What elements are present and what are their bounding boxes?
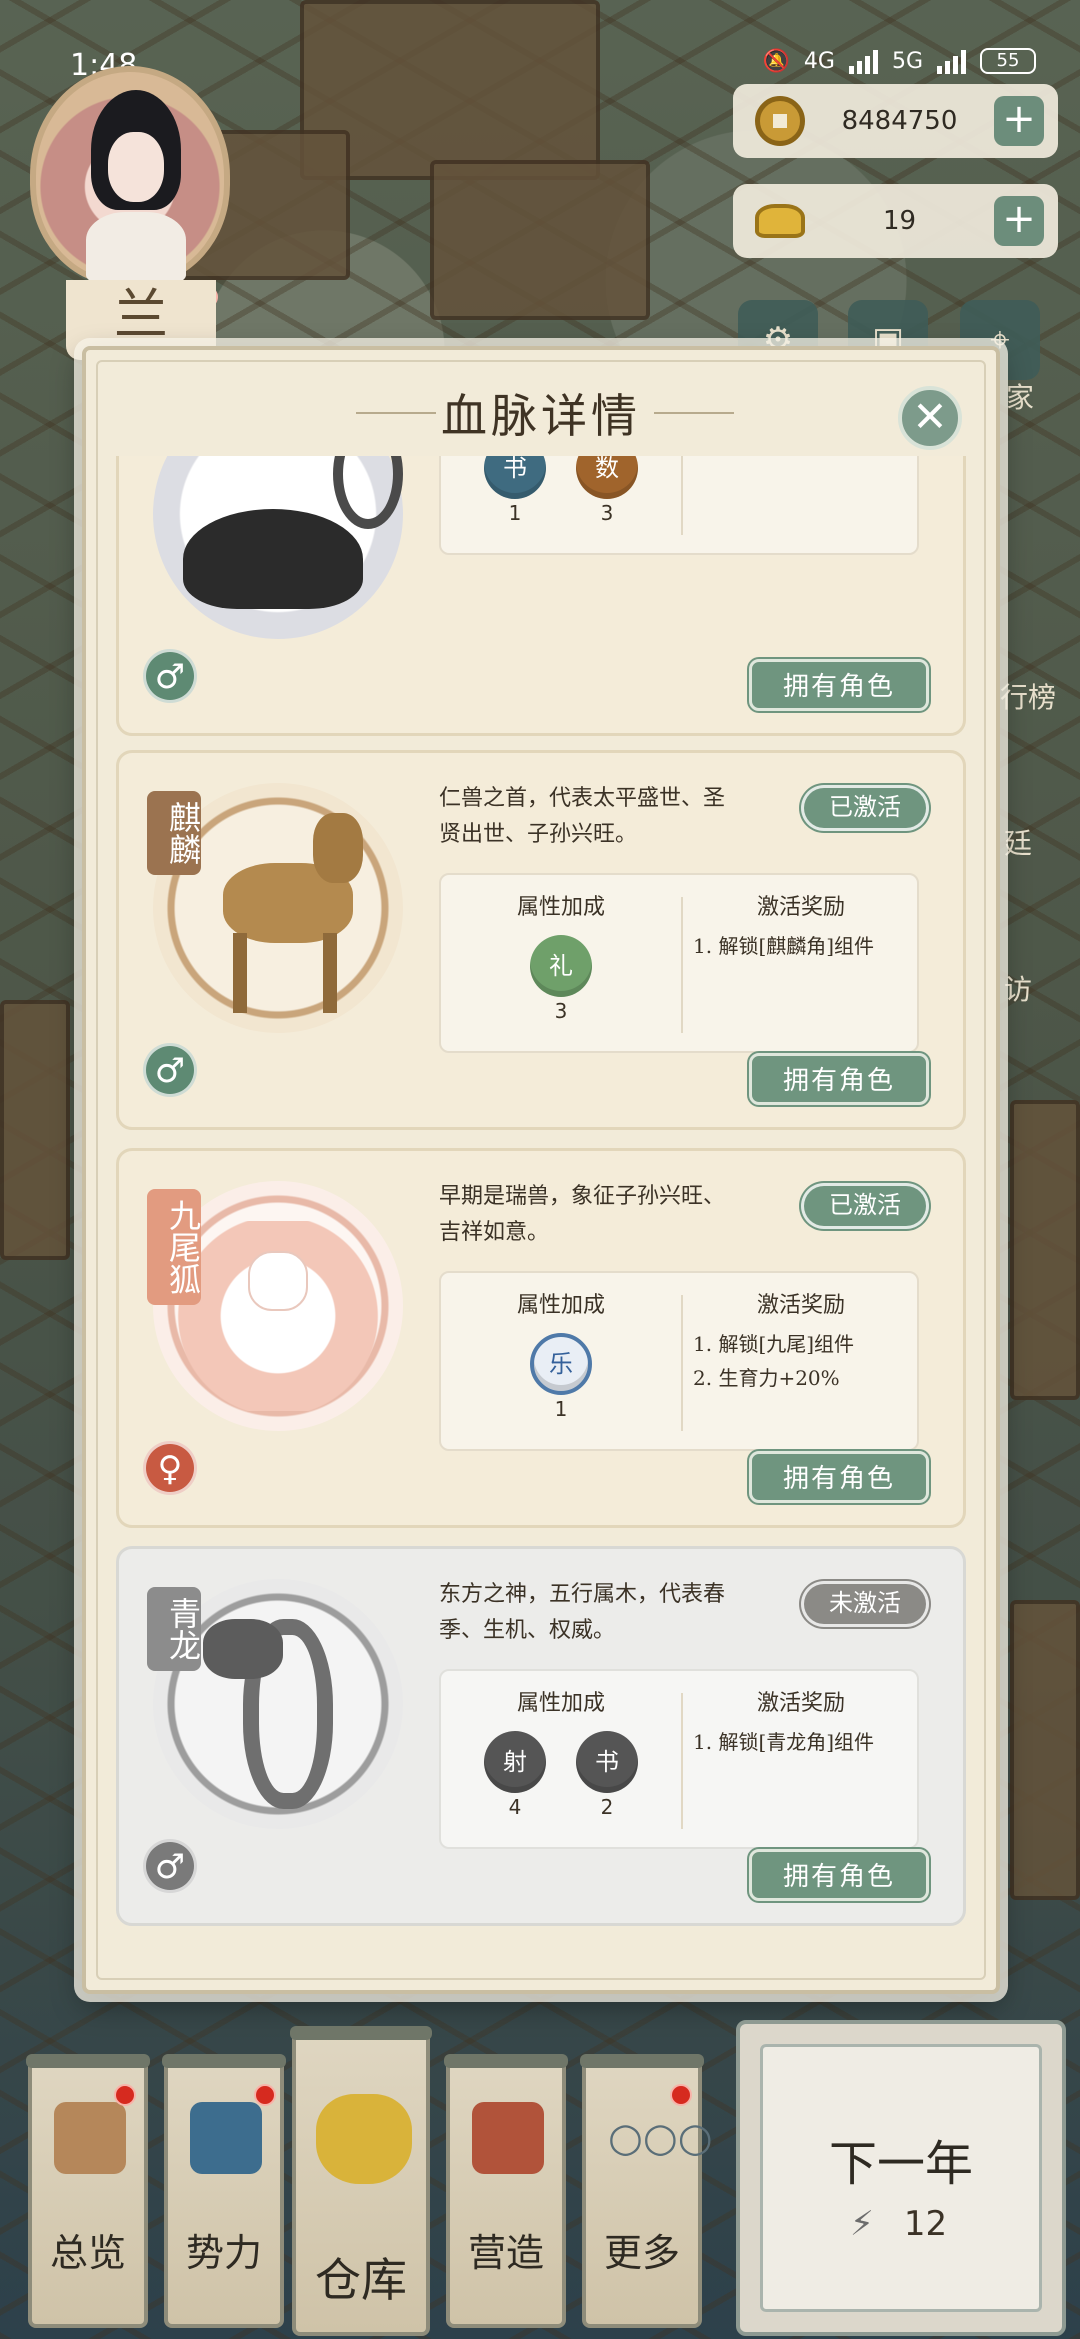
next-year-button[interactable]: 下一年 ⚡ 12: [736, 2020, 1066, 2336]
status-badge: 未激活: [801, 1581, 929, 1627]
nav-label: 总览: [49, 2231, 126, 2275]
court-label[interactable]: 廷: [1004, 822, 1032, 862]
network-4g: 4G: [803, 48, 835, 74]
nav-label: 仓库: [315, 2253, 407, 2307]
attr-etiquette-icon: 礼: [530, 935, 592, 997]
bloodline-details-dialog: 血脉详情 ✕ 武 ♂ 属性加成 激活奖励 书1 数3 拥有角色: [82, 346, 1000, 1994]
add-ingots-button[interactable]: +: [994, 196, 1044, 246]
coin-icon: [755, 96, 805, 146]
reward-item: 2. 生育力+20%: [693, 1366, 840, 1390]
scroll-brush-icon: [54, 2102, 126, 2174]
battery-icon: 55: [980, 48, 1036, 74]
attr-header: 属性加成: [516, 895, 605, 920]
reward-list: 1. 解锁[九尾]组件 2. 生育力+20%: [693, 1327, 917, 1395]
bloodline-image-turtle: [153, 456, 403, 639]
info-box: 属性加成 激活奖励 书1 数3: [439, 456, 919, 555]
bricks-trowel-icon: [472, 2102, 544, 2174]
attr-value: 4: [508, 1795, 522, 1819]
reward-item: 1. 解锁[麒麟角]组件: [693, 934, 875, 958]
status-badge: 已激活: [801, 785, 929, 831]
status-badge: 已激活: [801, 1183, 929, 1229]
bloodline-card-azure-dragon: 青龙 ♂ 东方之神，五行属木，代表春季、生机、权威。 未激活 属性加成 激活奖励…: [116, 1546, 966, 1926]
attr-value: 1: [508, 501, 522, 525]
next-year-label: 下一年: [828, 2136, 973, 2192]
attr-archery-icon: 射: [484, 1731, 546, 1793]
own-character-button[interactable]: 拥有角色: [749, 659, 929, 711]
nav-label: 势力: [185, 2231, 262, 2275]
visit-label[interactable]: 访: [1004, 968, 1032, 1008]
bloodline-tag: 青龙: [147, 1587, 202, 1671]
nav-overview[interactable]: 总览: [26, 2054, 150, 2328]
family-label[interactable]: 家: [1006, 376, 1034, 416]
coin-counter: 8484750 +: [733, 84, 1058, 158]
energy-counter: ⚡ 12: [850, 2204, 947, 2244]
ingot-value: 19: [882, 206, 917, 236]
own-character-button[interactable]: 拥有角色: [749, 1053, 929, 1105]
mute-bell-icon: 🔕: [762, 48, 790, 74]
gender-male-icon: ♂: [143, 649, 197, 703]
money-bag-icon: [316, 2094, 412, 2184]
gender-female-icon: ♀: [143, 1441, 197, 1495]
bloodline-card-xuanwu: 武 ♂ 属性加成 激活奖励 书1 数3 拥有角色: [116, 456, 966, 736]
ingot-counter: 19 +: [733, 184, 1058, 258]
bloodline-description: 仁兽之首，代表太平盛世、圣贤出世、子孙兴旺。: [439, 786, 726, 847]
bloodline-description: 东方之神，五行属木，代表春季、生机、权威。: [439, 1582, 726, 1643]
alert-dot: [114, 2084, 136, 2106]
reward-item: 1. 解锁[青龙角]组件: [693, 1730, 875, 1754]
coin-value: 8484750: [841, 106, 958, 136]
attr-header: 属性加成: [516, 1293, 605, 1318]
own-character-button[interactable]: 拥有角色: [749, 1451, 929, 1503]
attr-value: 1: [554, 1397, 568, 1421]
bloodline-tag: 麒麟: [147, 791, 202, 875]
attr-math-icon: 数: [576, 456, 638, 499]
status-icons: 🔕 4G 5G 55: [762, 48, 1036, 74]
nav-build[interactable]: 营造: [444, 2054, 568, 2328]
info-box: 属性加成 激活奖励 礼3 1. 解锁[麒麟角]组件: [439, 873, 919, 1053]
bloodline-card-nine-tailed-fox: 九尾狐 ♀ 早期是瑞兽，象征子孙兴旺、吉祥如意。 已激活 属性加成 激活奖励 乐…: [116, 1148, 966, 1528]
signal-icon-2: [937, 48, 966, 74]
attr-header: 属性加成: [516, 1691, 605, 1716]
gender-male-icon: ♂: [143, 1839, 197, 1893]
signal-icon: [848, 48, 878, 74]
info-box: 属性加成 激活奖励 乐1 1. 解锁[九尾]组件 2. 生育力+20%: [439, 1271, 919, 1451]
reward-list: 1. 解锁[青龙角]组件: [693, 1725, 917, 1759]
more-dots-icon: ○○○: [608, 2115, 713, 2161]
alert-dot: [254, 2084, 276, 2106]
bloodline-tag: 九尾狐: [147, 1189, 202, 1305]
attr-music-icon: 乐: [530, 1333, 592, 1395]
add-coins-button[interactable]: +: [994, 96, 1044, 146]
alert-dot: [670, 2084, 692, 2106]
nav-label: 营造: [467, 2231, 544, 2275]
nav-forces[interactable]: 势力: [162, 2054, 286, 2328]
dialog-title: 血脉详情: [441, 389, 641, 443]
attr-value: 3: [600, 501, 614, 525]
reward-item: 1. 解锁[九尾]组件: [693, 1332, 855, 1356]
reward-header: 激活奖励: [756, 1293, 845, 1318]
bloodline-description: 早期是瑞兽，象征子孙兴旺、吉祥如意。: [439, 1184, 726, 1245]
lightning-icon: ⚡: [850, 2204, 874, 2244]
own-character-button[interactable]: 拥有角色: [749, 1849, 929, 1901]
info-box: 属性加成 激活奖励 射4 书2 1. 解锁[青龙角]组件: [439, 1669, 919, 1849]
gender-male-icon: ♂: [143, 1043, 197, 1097]
reward-list: 1. 解锁[麒麟角]组件: [693, 929, 917, 963]
network-5g: 5G: [891, 48, 923, 74]
attr-value: 2: [600, 1795, 614, 1819]
bloodline-list[interactable]: 武 ♂ 属性加成 激活奖励 书1 数3 拥有角色 麒麟: [116, 456, 966, 1976]
attr-book-icon: 书: [484, 456, 546, 499]
energy-value: 12: [903, 2204, 948, 2244]
player-avatar[interactable]: [30, 66, 230, 286]
attr-value: 3: [554, 999, 568, 1023]
nav-warehouse[interactable]: 仓库: [290, 2026, 432, 2336]
close-button[interactable]: ✕: [898, 386, 962, 450]
nav-more[interactable]: ○○○ 更多: [580, 2054, 713, 2328]
ranking-label[interactable]: 行榜: [1000, 676, 1056, 716]
bloodline-card-qilin: 麒麟 ♂ 仁兽之首，代表太平盛世、圣贤出世、子孙兴旺。 已激活 属性加成 激活奖…: [116, 750, 966, 1130]
nav-label: 更多: [603, 2231, 680, 2275]
palace-icon: [190, 2102, 262, 2174]
reward-header: 激活奖励: [756, 895, 845, 920]
attr-book-icon: 书: [576, 1731, 638, 1793]
gold-ingot-icon: [755, 204, 805, 238]
reward-header: 激活奖励: [756, 1691, 845, 1716]
